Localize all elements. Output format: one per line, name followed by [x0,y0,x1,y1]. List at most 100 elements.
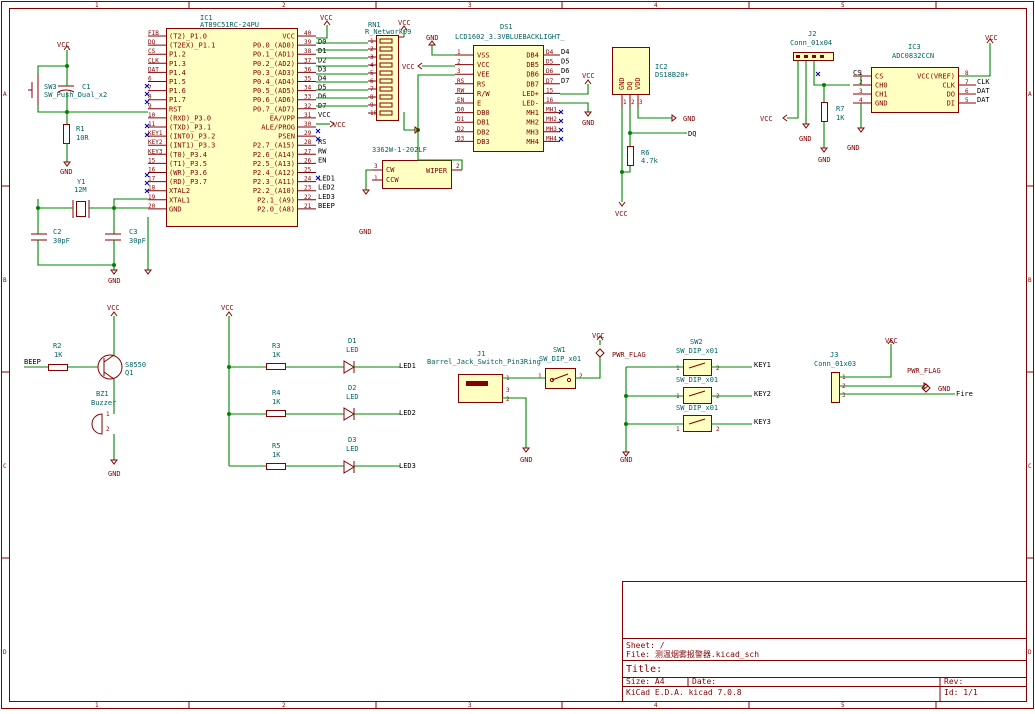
r6-resistor[interactable]: R6 4.7k [627,146,659,166]
bz1-pin: 2 [106,426,110,433]
ic1-right-pin-name: P2.1_(A9) [257,196,295,204]
d1-led[interactable]: D1 LED [343,337,359,374]
ic1-right-net-label: RW [318,147,327,155]
ds1-left-pin-name: R/W [477,90,490,98]
d3-led[interactable]: D3 LED [343,436,359,474]
ic1-left-pin-name: (T2)_P1.0 [169,33,207,41]
ic1-value: AT89C51RC-24PU [200,21,259,29]
ic1-left-pin-name: (WR)_P3.6 [169,169,207,177]
d1-value: LED [346,346,359,354]
y1-value: 12M [74,186,87,194]
d2-value: LED [346,393,359,401]
ic1-right-pin-number: 24 [304,176,312,183]
vcc-symbol-label: VCC [107,304,120,312]
ic3-left-pin-name: CH1 [875,91,888,99]
ic1-right-pin-number: 37 [304,57,312,64]
pot-pin3: 3 [374,163,378,170]
r1-resistor[interactable]: R1 10R [63,124,90,144]
gnd-symbol-label: GND [683,115,696,123]
net-key3: KEY3 [754,418,771,426]
r7-resistor[interactable]: R7 1K [821,102,846,123]
col-label: 2 [282,2,286,9]
j1-barrel-jack[interactable]: J1 Barrel_Jack_Switch_Pin3Ring 1 3 2 [427,350,541,403]
ic1-left-pin-name: GND [169,205,182,213]
ds1-right-pin-name: DB5 [526,61,539,69]
r4-resistor[interactable]: R4 1K [266,389,286,417]
sw2-pin: 1 [676,365,680,372]
tb-kicad: KiCad E.D.A. kicad 7.0.8 [626,688,742,697]
pot-3362w[interactable]: 3362W-1-202LF CW CCW WIPER 3 1 2 [372,146,462,189]
d2-led[interactable]: D2 LED [343,384,359,421]
ic1-right-pin-number: 36 [304,66,312,73]
c2-capacitor[interactable]: C2 30pF [31,228,70,245]
ic3-adc0832[interactable]: IC3 ADC0832CCN 1 CSCS2 CH03 CH14 GND 8VCC(VR… [853,43,990,113]
ic1-right-net-label: EN [318,156,326,164]
j2-connector[interactable]: J2 Conn_01x04 [790,30,834,61]
ic1-right-net-label: LED1 [318,175,335,183]
ic2-ds18b20[interactable]: IC2 DS18B20+ GND DQ VDD 1 2 3 [612,47,689,109]
sw1-pin: 2 [579,373,583,380]
d1-ref: D1 [348,337,356,345]
ic1-mcu[interactable]: IC1 AT89C51RC-24PU FIB (T2)_P1.0DQ (T2EX)_… [148,14,335,227]
title-block: Sheet: / File: 测温烟雾报警器.kicad_sch Title: … [622,581,1027,702]
tb-file: File: 测温烟雾报警器.kicad_sch [626,649,759,659]
ic1-right-net-label: VCC [318,111,331,119]
pwr-flag-1: PWR_FLAG [595,348,646,359]
bz1-buzzer[interactable]: BZ1 Buzzer 1 2 [91,390,116,435]
ic1-right-pin-number: 29 [304,130,312,137]
c3-ref: C3 [129,228,137,236]
ds1-right-pin-name: MH4 [526,138,539,146]
j2-ref: J2 [808,30,816,38]
ic3-left-pin-name: CH0 [875,82,888,90]
ic1-left-pin-number: CLK [148,57,159,64]
sw1-switch[interactable]: SW1 SW_DIP_x01 1 2 [538,346,583,389]
ic1-right-pin-number: 33 [304,94,312,101]
ic3-right-pin-number: 7 [965,79,969,86]
schematic-sheet: 1 2 3 4 5 1 2 3 4 5 A B C D A B C D Shee… [0,0,1035,710]
r4-ref: R4 [272,389,280,397]
y1-crystal[interactable]: Y1 12M [72,178,90,218]
ds1-left-pin-name: RS [477,80,485,88]
gnd-symbol-label: GND [938,385,951,393]
ic3-left-pin-name: CS [875,73,883,81]
ic1-right-net-label: D4 [318,75,326,83]
ds1-left-pin-number: D2 [457,126,465,133]
ic1-right-pin-name: P2.0_(A8) [257,205,295,213]
ds1-right-pin-name: LED- [522,100,539,108]
col-label: 4 [654,2,658,9]
pot-pin1: 1 [374,175,378,182]
ds1-left-pin-number: RW [457,87,465,94]
sw1-pin: 1 [538,373,542,380]
ic3-left-net-label: CS [853,69,861,77]
tb-title: Title: [626,664,662,675]
ic1-right-pin-name: P2.7_(A15) [253,142,295,150]
ds1-left-pin-name: DB3 [477,138,490,146]
ic2-num: 3 [639,99,643,106]
row-label: B [1028,277,1032,284]
sw3-ref: SW3 [44,83,57,91]
ic3-left-pin-number: 3 [859,88,863,95]
rn1-pin-number: 4 [370,62,374,69]
r5-resistor[interactable]: R5 1K [266,442,286,470]
ic1-left-pin-name: (INT0)_P3.2 [169,133,215,141]
ds1-left-pin-number: RS [457,78,465,85]
col-label: 4 [654,702,658,709]
sw2-key-switches[interactable]: SW2 SW_DIP_x01 SW_DIP_x01 SW_DIP_x01 1 2… [676,338,720,433]
ds1-lcd[interactable]: DS1 LCD1602_3.3VBLUEBACKLIGHT_ 1 VSS 2 VCC 3… [455,23,569,152]
vcc-symbol-label: VCC [760,115,773,123]
ic3-ref: IC3 [908,43,921,51]
ic1-left-pin-number: 6 [148,76,152,83]
q1-transistor[interactable]: Q1 S8550 [97,354,146,380]
ic1-right-pin-name: P0.4_(AD4) [253,78,295,86]
ic1-left-pin-name: P1.5 [169,78,186,86]
j3-ref: J3 [830,351,838,359]
ic1-left-pin-number: 8 [148,94,152,101]
c3-capacitor[interactable]: C3 30pF [105,228,146,245]
ic3-right-pin-name: VCC(VREF) [917,73,955,81]
ds1-left-pin-number: 2 [457,59,461,66]
ic1-right-pin-number: 35 [304,76,312,83]
ds1-right-pin-name: LED+ [522,90,539,98]
r2-resistor[interactable]: R2 1K [48,342,68,371]
ic1-right-pin-number: 31 [304,112,312,119]
r3-resistor[interactable]: R3 1K [266,342,286,370]
